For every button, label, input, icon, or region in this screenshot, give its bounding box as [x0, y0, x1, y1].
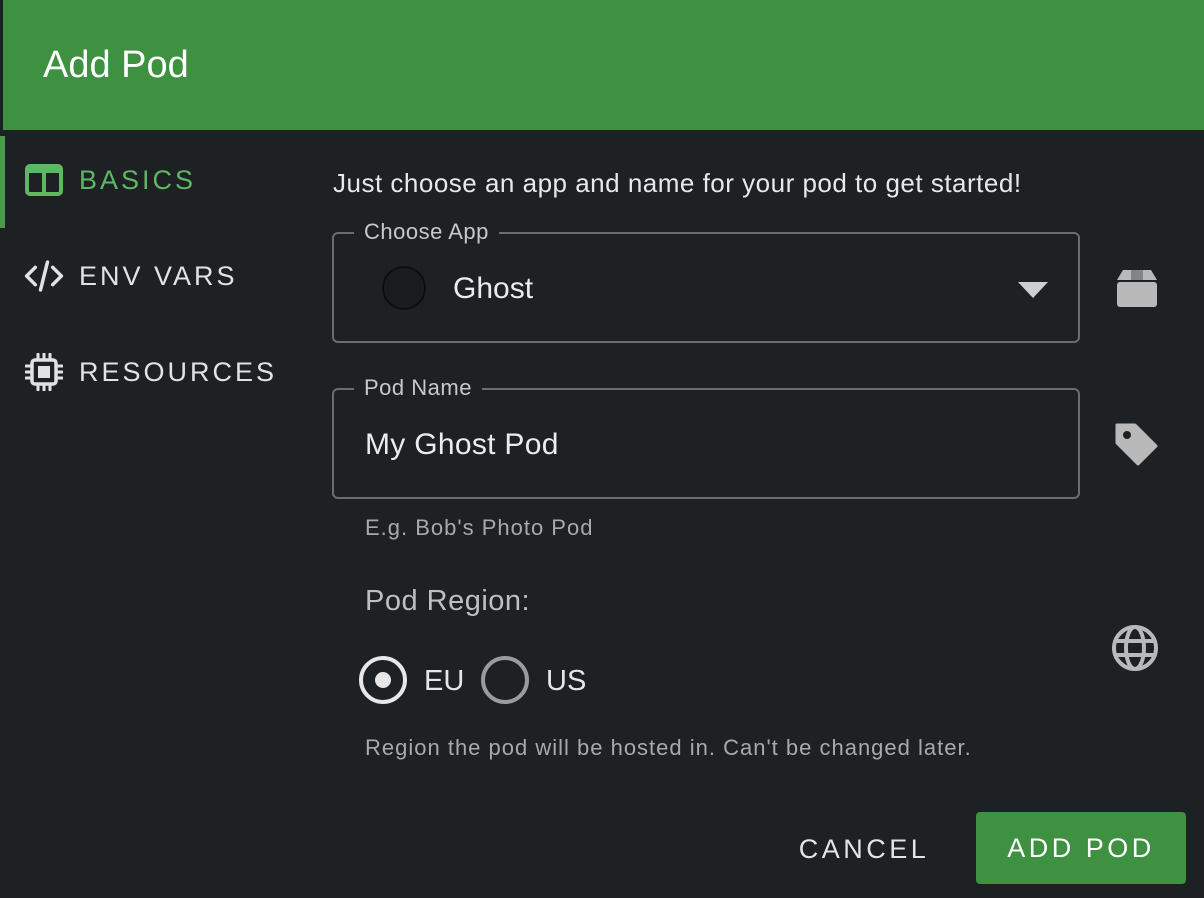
- pod-name-label: Pod Name: [354, 375, 482, 401]
- sidebar-nav: BASICS ENV VARS RESOURCES: [0, 130, 310, 430]
- tag-icon: [1112, 420, 1160, 468]
- region-eu-label[interactable]: EU: [424, 665, 464, 698]
- add-pod-button[interactable]: ADD POD: [976, 812, 1186, 884]
- ghost-logo-icon: [382, 266, 426, 310]
- choose-app-value: Ghost: [453, 272, 534, 305]
- region-eu-radio[interactable]: [359, 656, 407, 704]
- sidebar-item-resources[interactable]: RESOURCES: [0, 324, 300, 420]
- sidebar-item-env-vars[interactable]: ENV VARS: [0, 228, 300, 324]
- code-icon: [24, 256, 64, 296]
- region-us-radio[interactable]: [481, 656, 529, 704]
- cancel-button[interactable]: CANCEL: [782, 813, 946, 885]
- sidebar-item-label: RESOURCES: [79, 356, 278, 387]
- pod-name-field[interactable]: Pod Name My Ghost Pod: [332, 375, 1080, 499]
- sidebar-item-label: BASICS: [79, 164, 197, 195]
- add-pod-dialog: Add Pod BASICS ENV VARS RESOURCES Just c…: [0, 0, 1204, 898]
- choose-app-label: Choose App: [354, 219, 499, 245]
- pod-name-hint: E.g. Bob's Photo Pod: [365, 515, 594, 540]
- columns-icon: [24, 160, 64, 200]
- box-icon: [1113, 264, 1161, 312]
- radio-dot: [375, 672, 391, 688]
- dialog-header: Add Pod: [3, 0, 1204, 130]
- region-us-label[interactable]: US: [546, 665, 586, 698]
- pod-region-label: Pod Region:: [365, 585, 531, 617]
- chip-icon: [24, 352, 64, 392]
- pod-name-input[interactable]: My Ghost Pod: [365, 428, 559, 462]
- dialog-title: Add Pod: [43, 44, 189, 86]
- globe-icon: [1111, 624, 1159, 672]
- intro-text: Just choose an app and name for your pod…: [333, 168, 1022, 198]
- sidebar-item-label: ENV VARS: [79, 260, 238, 291]
- pod-region-hint: Region the pod will be hosted in. Can't …: [365, 735, 972, 760]
- caret-down-icon[interactable]: [1018, 282, 1048, 298]
- choose-app-select[interactable]: Choose App Ghost: [332, 219, 1080, 343]
- sidebar-item-basics[interactable]: BASICS: [0, 132, 300, 228]
